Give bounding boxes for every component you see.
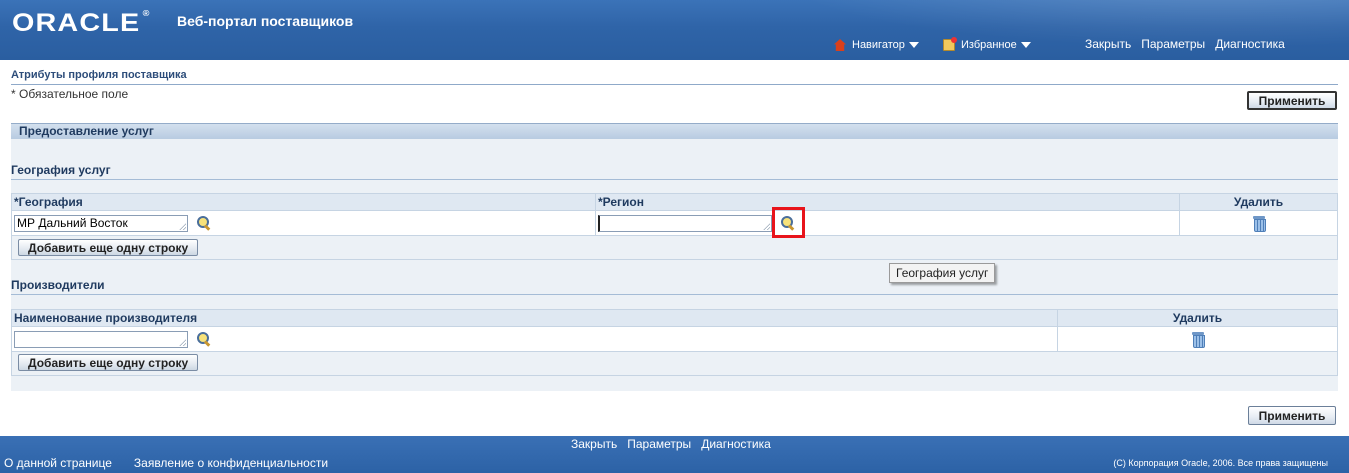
favorites-menu[interactable]: Избранное — [943, 37, 1031, 53]
search-icon[interactable] — [196, 215, 212, 231]
diagnostics-link[interactable]: Диагностика — [1215, 37, 1285, 51]
favorites-label: Избранное — [961, 39, 1017, 51]
app-header: ORACLE ® Веб-портал поставщиков Навигатор… — [0, 0, 1349, 60]
geography-input[interactable]: МР Дальний Восток — [14, 214, 188, 232]
copyright: (C) Корпорация Oracle, 2006. Все права з… — [1113, 458, 1328, 468]
geography-table: *География *Регион Удалить МР Дальний Во… — [11, 193, 1338, 260]
table-header-row: Наименование производителя Удалить — [11, 309, 1338, 327]
apply-button-top[interactable]: Применить — [1247, 91, 1337, 110]
footer-bottom-links: О данной странице Заявление о конфиденци… — [4, 456, 328, 470]
required-note: * Обязательное поле — [11, 87, 129, 101]
preferences-link[interactable]: Параметры — [1141, 37, 1205, 51]
add-row-button-geography[interactable]: Добавить еще одну строку — [18, 239, 199, 256]
table-row: МР Дальний Восток — [11, 210, 1338, 236]
footer-links: Закрыть Параметры Диагностика — [571, 437, 771, 451]
about-page-link[interactable]: О данной странице — [4, 456, 112, 470]
close-link[interactable]: Закрыть — [1085, 37, 1131, 51]
app-footer: Закрыть Параметры Диагностика О данной с… — [0, 436, 1349, 473]
resize-grip-icon — [763, 222, 770, 230]
favorites-icon — [943, 37, 957, 51]
delete-cell — [1179, 210, 1338, 236]
manufacturers-divider — [11, 294, 1338, 295]
column-delete: Удалить — [1179, 193, 1338, 211]
highlight-box — [772, 207, 805, 238]
column-manufacturer-name: Наименование производителя — [11, 309, 1058, 327]
footer-diagnostics-link[interactable]: Диагностика — [701, 437, 771, 451]
global-links: Закрыть Параметры Диагностика — [1085, 37, 1285, 51]
table-row — [11, 326, 1338, 352]
add-row-container — [11, 351, 1338, 376]
tooltip: География услуг — [889, 263, 996, 283]
navigator-label: Навигатор — [852, 39, 905, 51]
column-delete: Удалить — [1057, 309, 1338, 327]
delete-cell — [1057, 326, 1338, 352]
manufacturers-table: Наименование производителя Удалить — [11, 309, 1338, 376]
add-row-button-manufacturers[interactable]: Добавить еще одну строку — [18, 354, 199, 371]
footer-close-link[interactable]: Закрыть — [571, 437, 617, 451]
title-divider — [11, 84, 1338, 85]
oracle-logo: ORACLE ® — [12, 9, 151, 37]
trash-icon[interactable] — [1191, 332, 1205, 349]
resize-grip-icon — [179, 222, 186, 230]
geography-cell: МР Дальний Восток — [11, 210, 596, 236]
manufacturers-subheader: Производители — [11, 278, 105, 292]
manufacturer-cell — [11, 326, 1058, 352]
manufacturer-input[interactable] — [14, 330, 188, 348]
home-icon — [834, 39, 846, 51]
page-title: Атрибуты профиля поставщика — [11, 69, 187, 81]
search-icon[interactable] — [196, 331, 212, 347]
table-header-row: *География *Регион Удалить — [11, 193, 1338, 211]
region-input[interactable] — [598, 214, 772, 232]
region-cell — [595, 210, 1180, 236]
column-geography: *География — [11, 193, 596, 211]
footer-preferences-link[interactable]: Параметры — [627, 437, 691, 451]
geography-subheader: География услуг — [11, 163, 111, 177]
resize-grip-icon — [179, 338, 186, 346]
chevron-down-icon — [1020, 42, 1031, 48]
section-header: Предоставление услуг — [11, 123, 1338, 139]
privacy-statement-link[interactable]: Заявление о конфиденциальности — [134, 456, 328, 470]
geography-divider — [11, 179, 1338, 180]
column-region: *Регион — [595, 193, 1180, 211]
add-row-container — [11, 235, 1338, 260]
trash-icon[interactable] — [1252, 216, 1266, 233]
chevron-down-icon — [908, 42, 919, 48]
navigator-menu[interactable]: Навигатор — [834, 37, 919, 53]
app-title: Веб-портал поставщиков — [177, 13, 354, 29]
apply-button-bottom[interactable]: Применить — [1248, 406, 1336, 425]
